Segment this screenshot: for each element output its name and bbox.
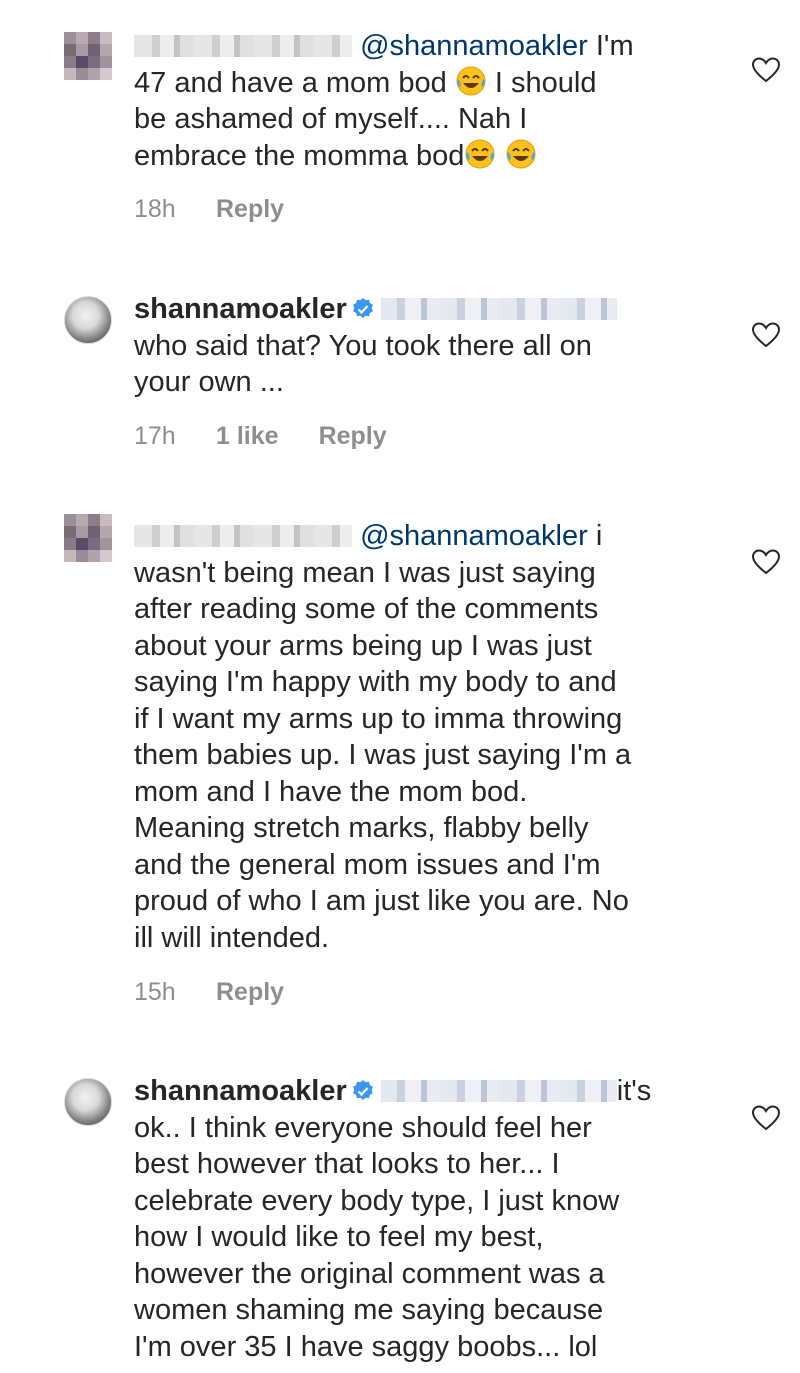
- comment-meta: 15h Reply: [134, 978, 284, 1007]
- comment-text-segment: after reading some of the comments: [134, 593, 599, 625]
- comment-text-segment: I'm: [587, 30, 634, 62]
- avatar[interactable]: [64, 514, 112, 562]
- comment-text-segment: celebrate every body type, I just know: [134, 1184, 620, 1217]
- face-with-tears-of-joy-icon: [456, 66, 486, 95]
- comment-meta: 18h Reply: [134, 195, 284, 224]
- comment-text-segment: and the general mom issues and I'm: [134, 848, 601, 881]
- comment-text: shannamoakler who said that? You took th…: [134, 291, 714, 401]
- comment-text-segment: how I would like to feel my best,: [134, 1221, 544, 1253]
- timestamp: 15h: [134, 978, 176, 1006]
- heart-outline-icon[interactable]: [751, 56, 781, 84]
- avatar[interactable]: [64, 296, 112, 344]
- comment-text-segment: however the original comment was a: [134, 1257, 605, 1290]
- redacted-mention: [380, 1080, 617, 1102]
- mention-link[interactable]: @shannamoakler: [360, 30, 588, 62]
- redacted-username: [134, 525, 352, 547]
- comment-text-segment: embrace the momma bod: [134, 139, 465, 172]
- comment-text-segment: if I want my arms up to imma throwing: [134, 702, 623, 735]
- comment-text-segment: your own ...: [134, 366, 284, 398]
- comment-text-segment: about your arms being up I was just: [134, 629, 592, 662]
- comment-text-segment: be ashamed of myself.... Nah I: [134, 103, 528, 135]
- comment-meta: 17h 1 like Reply: [134, 422, 387, 451]
- heart-outline-icon[interactable]: [751, 548, 781, 576]
- verified-badge-icon: [352, 298, 373, 318]
- redacted-username: [134, 35, 352, 57]
- redacted-mention: [380, 298, 617, 320]
- comment-text: shannamoakler it's ok.. I think everyone…: [134, 1073, 714, 1365]
- comment-text: @shannamoakler i wasn't being mean I was…: [134, 518, 714, 956]
- username[interactable]: shannamoakler: [134, 1075, 347, 1107]
- avatar[interactable]: [64, 1078, 112, 1126]
- reply-button[interactable]: Reply: [319, 422, 387, 451]
- comment-text-segment: wasn't being mean I was just saying: [134, 556, 596, 589]
- comment-text-segment: saying I'm happy with my body to and: [134, 666, 617, 698]
- comment-text-segment: mom and I have the mom bod.: [134, 775, 528, 808]
- heart-outline-icon[interactable]: [751, 321, 781, 349]
- comment-text-segment: ok.. I think everyone should feel her: [134, 1111, 592, 1144]
- comment-text-segment: I should: [486, 66, 597, 99]
- timestamp: 17h: [134, 422, 176, 450]
- comment-text-segment: best however that looks to her... I: [134, 1148, 560, 1180]
- reply-button[interactable]: Reply: [216, 978, 284, 1007]
- comment-text: @shannamoakler I'm 47 and have a mom bod…: [134, 28, 714, 174]
- comment-text-segment: 47 and have a mom bod: [134, 66, 447, 99]
- heart-outline-icon[interactable]: [751, 1104, 781, 1132]
- comment-text-segment: Meaning stretch marks, flabby belly: [134, 812, 589, 844]
- comment-text-segment: ill will intended.: [134, 921, 330, 954]
- comment-text-segment: i: [587, 520, 603, 552]
- likes-count[interactable]: 1 like: [216, 422, 279, 451]
- avatar[interactable]: [64, 32, 112, 80]
- comment-text-segment: I'm over 35 I have saggy boobs... lol: [134, 1330, 598, 1363]
- comment-text-segment: them babies up. I was just saying I'm a: [134, 739, 632, 771]
- mention-link[interactable]: @shannamoakler: [360, 520, 588, 552]
- timestamp: 18h: [134, 195, 176, 223]
- username[interactable]: shannamoakler: [134, 293, 347, 325]
- comment-text-segment: it's: [616, 1075, 652, 1107]
- comment-text-segment: proud of who I am just like you are. No: [134, 885, 629, 917]
- comment-text-segment: who said that? You took there all on: [134, 329, 592, 362]
- face-with-tears-of-joy-icon: [465, 139, 495, 168]
- verified-badge-icon: [352, 1080, 373, 1100]
- reply-button[interactable]: Reply: [216, 195, 284, 224]
- face-with-tears-of-joy-icon: [506, 139, 535, 168]
- comment-text-segment: women shaming me saying because: [134, 1294, 604, 1326]
